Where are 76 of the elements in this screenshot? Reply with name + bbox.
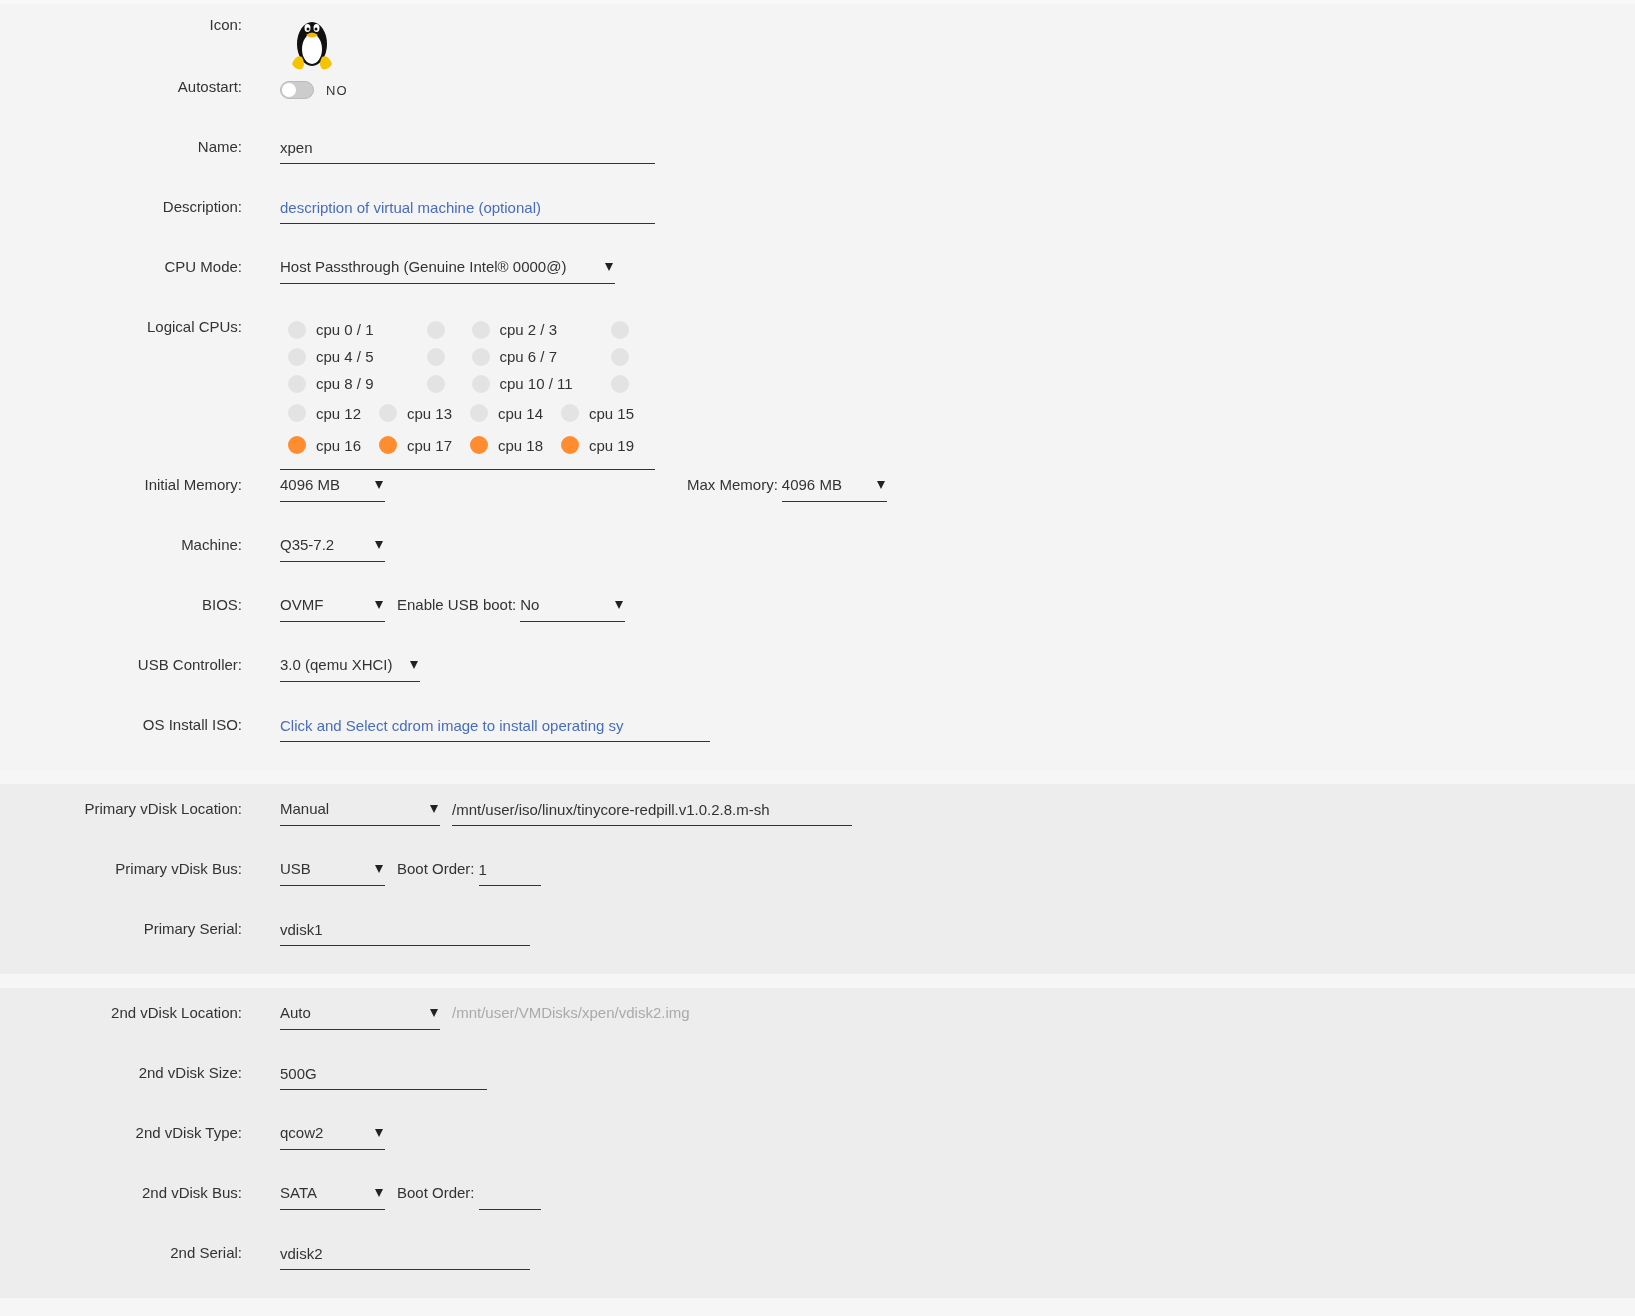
caret-icon: [605, 263, 613, 271]
cpu-label: cpu 14: [498, 404, 544, 422]
field-label: Primary vDisk Location:: [83, 799, 242, 819]
caret-icon: [375, 865, 383, 873]
cpu-checkbox[interactable]: [288, 436, 306, 454]
caret-icon: [375, 481, 383, 489]
caret-icon: [375, 1129, 383, 1137]
field-label: Initial Memory:: [143, 475, 242, 495]
cpu-label: cpu 17: [407, 436, 453, 454]
dropdown[interactable]: Host Passthrough (Genuine Intel® 0000@): [280, 252, 615, 284]
field-label: 2nd vDisk Type:: [134, 1123, 242, 1143]
field-label: Icon:: [208, 15, 242, 35]
cpu-label: cpu 2 / 3: [499, 321, 558, 338]
input-field[interactable]: /mnt/user/iso/linux/tinycore-redpill.v1.0.2.8.m-sh: [452, 794, 852, 826]
dropdown[interactable]: OVMF: [280, 590, 385, 622]
input-field[interactable]: vdisk1: [280, 914, 530, 946]
dropdown[interactable]: SATA: [280, 1178, 385, 1210]
cpu-label: cpu 15: [589, 404, 635, 422]
cpu-label: cpu 18: [498, 436, 544, 454]
caret-icon: [430, 805, 438, 813]
field-label: 2nd vDisk Bus:: [140, 1183, 242, 1203]
input-field[interactable]: vdisk2: [280, 1238, 530, 1270]
field-label: USB Controller:: [136, 655, 242, 675]
dropdown[interactable]: USB: [280, 854, 385, 886]
cpu-checkbox[interactable]: [561, 436, 579, 454]
field-label: Primary vDisk Bus:: [114, 859, 242, 879]
cpu-label: cpu 19: [589, 436, 635, 454]
caret-icon: [876, 481, 885, 489]
caret-icon: [615, 601, 624, 609]
field-label: 2nd vDisk Size:: [137, 1063, 242, 1083]
dropdown[interactable]: Manual: [280, 794, 440, 826]
cpu-label: cpu 8 / 9: [316, 375, 374, 392]
field-label: CPU Mode:: [163, 257, 242, 277]
dropdown[interactable]: 3.0 (qemu XHCI): [280, 650, 420, 682]
dropdown[interactable]: No: [520, 590, 626, 622]
field-label: 2nd vDisk Location:: [110, 1003, 242, 1023]
field-label: Autostart:: [176, 77, 242, 97]
field-label: Enable USB boot:: [397, 595, 517, 615]
field-label: OS Install ISO:: [141, 715, 242, 735]
dropdown[interactable]: Auto: [280, 998, 440, 1030]
cpu-label: cpu 16: [316, 436, 362, 454]
field-label: Primary Serial:: [142, 919, 242, 939]
caret-icon: [375, 1189, 383, 1197]
field-label: Boot Order:: [397, 1183, 475, 1203]
autostart-toggle[interactable]: [280, 81, 314, 99]
caret-icon: [375, 601, 383, 609]
dropdown[interactable]: 4096 MB: [280, 470, 385, 502]
toggle-state-label: NO: [326, 82, 348, 98]
field-label: Max Memory:: [687, 475, 778, 495]
cpu-label: cpu 6 / 7: [499, 348, 558, 365]
cpu-checkbox[interactable]: [470, 436, 488, 454]
disk-path: /mnt/user/VMDisks/xpen/vdisk2.img: [452, 1003, 690, 1023]
field-label: Name:: [196, 137, 242, 157]
dropdown[interactable]: 4096 MB: [781, 470, 887, 502]
cpu-label: cpu 12: [316, 404, 362, 422]
field-label: BIOS:: [201, 595, 242, 615]
input-field[interactable]: description of virtual machine (optional): [280, 192, 655, 224]
caret-icon: [375, 541, 383, 549]
cpu-label: cpu 10 / 11: [499, 375, 573, 392]
input-field[interactable]: 500G: [280, 1058, 487, 1090]
cpu-label: cpu 13: [407, 404, 453, 422]
field-label: Machine:: [180, 535, 242, 555]
caret-icon: [410, 661, 418, 669]
field-label: Description:: [161, 197, 242, 217]
dropdown[interactable]: qcow2: [280, 1118, 385, 1150]
input-field[interactable]: Click and Select cdrom image to install operating sy: [280, 710, 710, 742]
caret-icon: [430, 1009, 438, 1017]
cpu-checkbox[interactable]: [379, 436, 397, 454]
field-label: 2nd Serial:: [169, 1243, 242, 1263]
cpu-label: cpu 0 / 1: [316, 321, 374, 338]
dropdown[interactable]: Q35-7.2: [280, 530, 385, 562]
field-label: Logical CPUs:: [145, 317, 242, 337]
input-field[interactable]: 1: [478, 854, 541, 886]
input-field[interactable]: xpen: [280, 132, 655, 164]
field-label: Boot Order:: [397, 859, 475, 879]
cpu-label: cpu 4 / 5: [316, 348, 374, 365]
